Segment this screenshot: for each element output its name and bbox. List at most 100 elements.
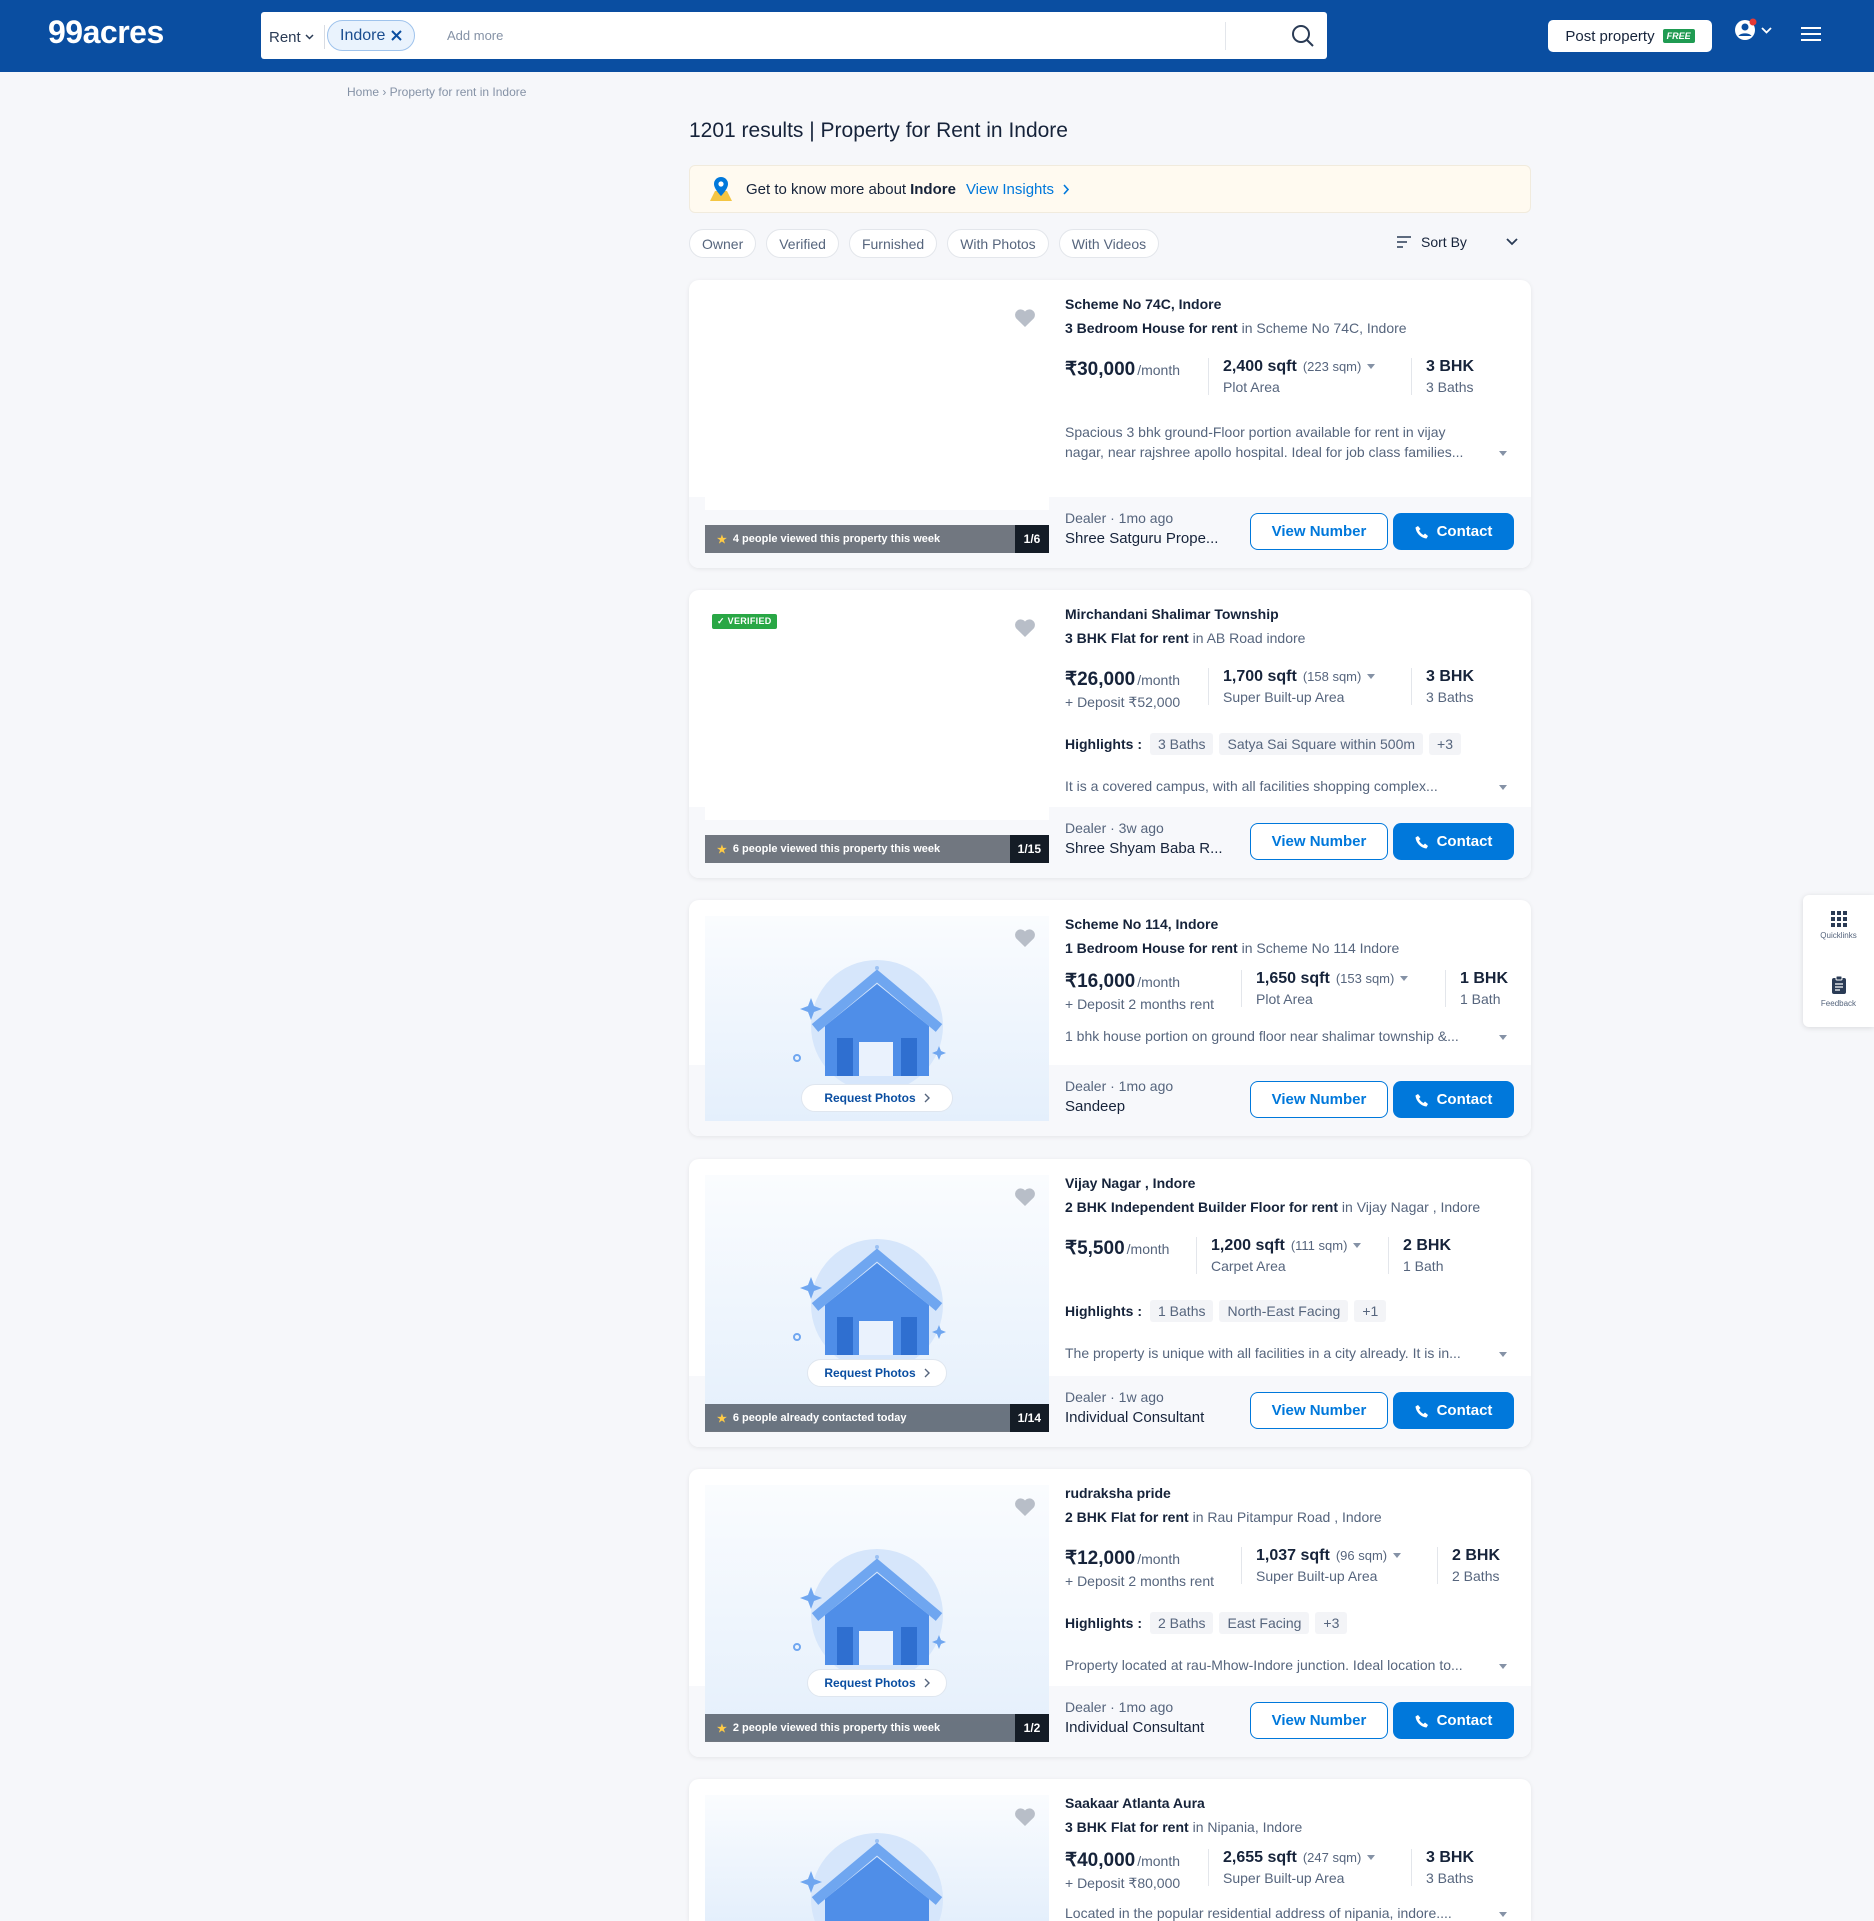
- listing-card[interactable]: Request Photos ★ 6 people already contac…: [689, 1159, 1531, 1447]
- property-image[interactable]: [705, 606, 1049, 820]
- highlight-more[interactable]: +3: [1429, 733, 1462, 755]
- feedback-button[interactable]: Feedback: [1803, 975, 1874, 1008]
- price-period: /month: [1137, 672, 1181, 688]
- post-property-label: Post property: [1565, 27, 1655, 45]
- price-block: ₹26,000/month + Deposit ₹52,000: [1065, 668, 1180, 711]
- heart-icon[interactable]: [1014, 928, 1036, 948]
- heart-icon[interactable]: [1014, 1807, 1036, 1827]
- insight-banner[interactable]: Get to know more about Indore View Insig…: [689, 165, 1531, 213]
- listing-subtitle: 3 BHK Flat for rent in AB Road indore: [1065, 630, 1305, 646]
- listing-title[interactable]: Saakaar Atlanta Aura: [1065, 1795, 1205, 1811]
- user-menu[interactable]: [1734, 18, 1772, 42]
- view-number-button[interactable]: View Number: [1250, 1081, 1388, 1118]
- listing-subtitle: 3 BHK Flat for rent in Nipania, Indore: [1065, 1819, 1302, 1835]
- search-input-placeholder[interactable]: Add more: [447, 28, 503, 43]
- search-bar[interactable]: Rent Indore Add more: [261, 12, 1327, 59]
- filter-furnished[interactable]: Furnished: [848, 229, 938, 258]
- listing-title[interactable]: Mirchandani Shalimar Township: [1065, 606, 1279, 622]
- view-number-button[interactable]: View Number: [1250, 823, 1388, 860]
- sort-by-dropdown[interactable]: Sort By: [1396, 234, 1518, 250]
- property-image[interactable]: [705, 296, 1049, 510]
- listing-title[interactable]: Scheme No 74C, Indore: [1065, 296, 1221, 312]
- caret-down-icon[interactable]: [1353, 1243, 1362, 1249]
- contact-button[interactable]: Contact: [1393, 513, 1514, 550]
- listing-card[interactable]: Saakaar Atlanta Aura 3 BHK Flat for rent…: [689, 1779, 1531, 1921]
- contact-label: Contact: [1436, 1712, 1493, 1729]
- city-chip[interactable]: Indore: [327, 20, 416, 51]
- highlights: Highlights : 3 Baths Satya Sai Square wi…: [1065, 733, 1462, 755]
- caret-down-icon[interactable]: [1499, 451, 1507, 456]
- filter-with-photos[interactable]: With Photos: [947, 229, 1049, 258]
- listing-card[interactable]: ★ 4 people viewed this property this wee…: [689, 280, 1531, 568]
- view-number-button[interactable]: View Number: [1250, 513, 1388, 550]
- request-photos-button[interactable]: Request Photos: [807, 1359, 947, 1387]
- caret-down-icon[interactable]: [1499, 1664, 1507, 1669]
- rent-type-select[interactable]: Rent: [269, 25, 325, 49]
- highlights-label: Highlights :: [1065, 1615, 1142, 1631]
- dealer-name[interactable]: Shree Satguru Prope...: [1065, 530, 1218, 547]
- area-sqm: (247 sqm): [1302, 1850, 1362, 1865]
- highlight-more[interactable]: +3: [1315, 1612, 1348, 1634]
- listing-title[interactable]: Scheme No 114, Indore: [1065, 916, 1218, 932]
- view-insights-link[interactable]: View Insights: [966, 181, 1054, 198]
- filter-with-videos[interactable]: With Videos: [1058, 229, 1160, 258]
- bhk-block: 2 BHK 1 Bath: [1388, 1237, 1451, 1274]
- caret-down-icon[interactable]: [1400, 976, 1409, 982]
- listing-card[interactable]: Request Photos ★ 2 people viewed this pr…: [689, 1469, 1531, 1757]
- heart-icon[interactable]: [1014, 1497, 1036, 1517]
- post-property-button[interactable]: Post property FREE: [1548, 20, 1712, 52]
- caret-down-icon[interactable]: [1499, 1352, 1507, 1357]
- heart-icon[interactable]: [1014, 1187, 1036, 1207]
- caret-down-icon[interactable]: [1367, 364, 1376, 370]
- dealer-name[interactable]: Sandeep: [1065, 1098, 1173, 1115]
- quicklinks-button[interactable]: Quicklinks: [1803, 911, 1874, 940]
- listing-title[interactable]: rudraksha pride: [1065, 1485, 1171, 1501]
- breadcrumb[interactable]: Home › Property for rent in Indore: [347, 85, 526, 99]
- contact-button[interactable]: Contact: [1393, 1392, 1514, 1429]
- price-amount: ₹5,500: [1065, 1238, 1125, 1259]
- request-photos-button[interactable]: Request Photos: [807, 1669, 947, 1697]
- listing-subtitle: 3 Bedroom House for rent in Scheme No 74…: [1065, 320, 1407, 336]
- request-photos-button[interactable]: Request Photos: [801, 1084, 953, 1112]
- area-type: Super Built-up Area: [1256, 1568, 1378, 1584]
- caret-down-icon[interactable]: [1367, 674, 1376, 680]
- dealer-info: Dealer · 1w ago Individual Consultant: [1065, 1389, 1204, 1426]
- phone-icon: [1415, 1404, 1428, 1417]
- house-illustration-icon: [793, 1549, 946, 1675]
- area-type: Super Built-up Area: [1223, 1870, 1345, 1886]
- view-number-button[interactable]: View Number: [1250, 1392, 1388, 1429]
- caret-down-icon[interactable]: [1367, 1855, 1376, 1861]
- view-number-button[interactable]: View Number: [1250, 1702, 1388, 1739]
- search-icon[interactable]: [1291, 24, 1315, 48]
- contact-button[interactable]: Contact: [1393, 823, 1514, 860]
- filter-verified[interactable]: Verified: [766, 229, 839, 258]
- caret-down-icon[interactable]: [1393, 1553, 1402, 1559]
- free-badge: FREE: [1662, 29, 1695, 43]
- hamburger-icon[interactable]: [1800, 26, 1822, 42]
- dealer-info: Dealer · 1mo ago Shree Satguru Prope...: [1065, 510, 1218, 547]
- heart-icon[interactable]: [1014, 308, 1036, 328]
- site-logo[interactable]: 99acres: [48, 14, 164, 51]
- listing-card[interactable]: ✓ VERIFIED ★ 6 people viewed this proper…: [689, 590, 1531, 878]
- listing-title[interactable]: Vijay Nagar , Indore: [1065, 1175, 1195, 1191]
- heart-icon[interactable]: [1014, 618, 1036, 638]
- caret-down-icon[interactable]: [1499, 785, 1507, 790]
- dealer-name[interactable]: Shree Shyam Baba R...: [1065, 840, 1223, 857]
- close-icon[interactable]: [391, 30, 403, 41]
- caret-down-icon[interactable]: [1499, 1912, 1507, 1917]
- area-sqm: (158 sqm): [1302, 669, 1362, 684]
- area-block: 2,655 sqft (247 sqm) Super Built-up Area: [1208, 1849, 1376, 1886]
- dealer-name[interactable]: Individual Consultant: [1065, 1719, 1204, 1736]
- caret-down-icon[interactable]: [1499, 1035, 1507, 1040]
- filter-owner[interactable]: Owner: [689, 229, 757, 258]
- dealer-name[interactable]: Individual Consultant: [1065, 1409, 1204, 1426]
- views-bar: ★ 2 people viewed this property this wee…: [705, 1714, 1049, 1742]
- property-image-placeholder: Request Photos: [705, 1175, 1049, 1431]
- highlight-more[interactable]: +1: [1354, 1300, 1387, 1322]
- house-illustration-icon: [800, 1833, 943, 1921]
- listing-description: It is a covered campus, with all facilit…: [1065, 778, 1438, 794]
- contact-button[interactable]: Contact: [1393, 1702, 1514, 1739]
- contact-button[interactable]: Contact: [1393, 1081, 1514, 1118]
- listing-card[interactable]: Request Photos Scheme No 114, Indore 1 B…: [689, 900, 1531, 1136]
- price-period: /month: [1137, 362, 1181, 378]
